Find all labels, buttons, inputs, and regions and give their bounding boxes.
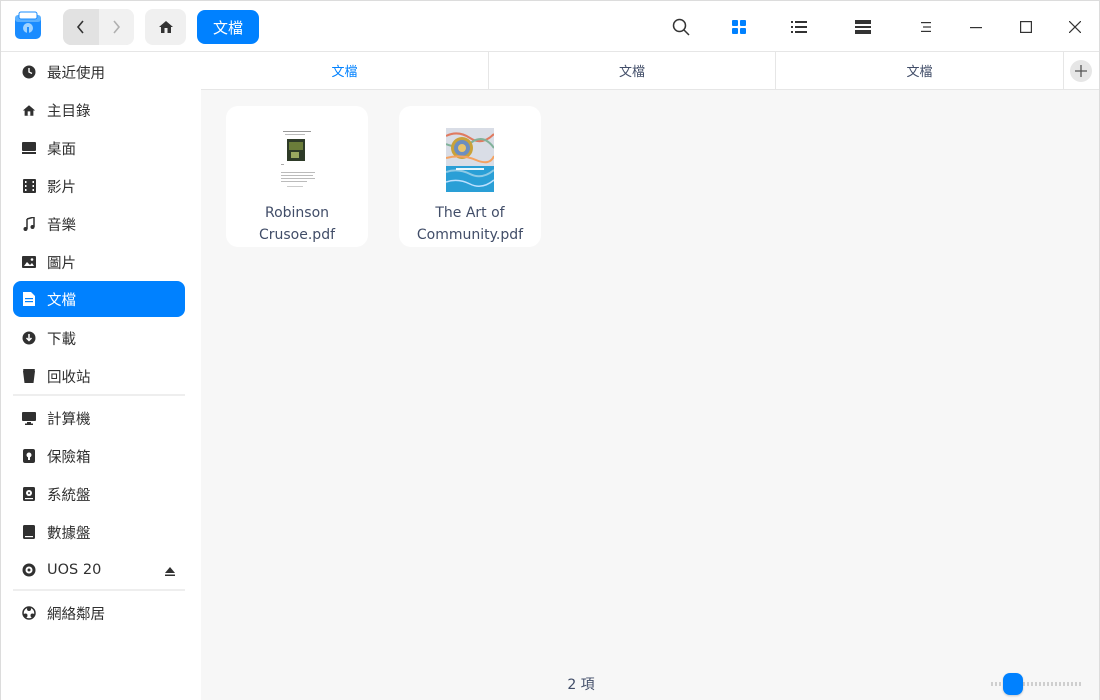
tab-documents-3[interactable]: 文檔: [776, 52, 1064, 89]
chevron-left-icon: [76, 20, 84, 34]
file-item[interactable]: Robinson Crusoe.pdf: [226, 106, 368, 247]
tab-bar: 文檔 文檔 文檔: [201, 52, 1099, 90]
minimize-button[interactable]: [962, 13, 990, 41]
network-icon: [21, 605, 37, 621]
sidebar-item-label: 音樂: [47, 217, 76, 234]
chevron-right-icon: [113, 20, 121, 34]
music-note-icon: [21, 216, 37, 232]
sidebar-item-label: 保險箱: [47, 449, 91, 466]
status-item-count: 2 項: [567, 677, 595, 693]
sidebar-item-videos[interactable]: 影片: [13, 168, 185, 204]
file-manager-window: 文檔 最近使用 主目錄 桌面 影片 音樂 圖片 文檔 下載 回收站 計算機 保險…: [0, 0, 1100, 700]
film-icon: [21, 178, 37, 194]
sidebar-item-uos[interactable]: UOS 20: [13, 552, 185, 588]
sidebar-item-label: UOS 20: [47, 562, 102, 578]
list-view-icon: [791, 21, 807, 33]
maximize-button[interactable]: [1012, 13, 1040, 41]
detail-view-button[interactable]: [849, 13, 877, 41]
maximize-icon: [1020, 21, 1032, 33]
trash-icon: [21, 368, 37, 384]
sidebar-item-label: 圖片: [47, 255, 76, 272]
sidebar-item-music[interactable]: 音樂: [13, 206, 185, 242]
file-name: Robinson Crusoe.pdf: [258, 205, 336, 243]
drive-icon: [21, 524, 37, 540]
sidebar-item-home[interactable]: 主目錄: [13, 92, 185, 128]
sidebar-item-label: 數據盤: [47, 525, 91, 542]
navigation-buttons: [63, 9, 134, 45]
sidebar-item-vault[interactable]: 保險箱: [13, 438, 185, 474]
sidebar-item-label: 網絡鄰居: [47, 606, 105, 623]
sidebar-item-label: 影片: [47, 179, 76, 196]
image-icon: [21, 254, 37, 270]
tab-documents-1[interactable]: 文檔: [201, 52, 489, 89]
file-name: The Art of Community.pdf: [416, 205, 524, 243]
breadcrumb-documents[interactable]: 文檔: [197, 10, 260, 44]
sidebar-item-data-disk[interactable]: 數據盤: [13, 514, 185, 550]
pdf-thumbnail: [273, 128, 321, 192]
sidebar-item-downloads[interactable]: 下載: [13, 320, 185, 356]
main-menu-button[interactable]: [912, 13, 940, 41]
sidebar-item-label: 系統盤: [47, 487, 91, 504]
computer-icon: [21, 410, 37, 426]
vault-icon: [21, 448, 37, 464]
disc-icon: [21, 562, 37, 578]
sidebar-divider: [13, 589, 185, 591]
menu-icon: [921, 22, 931, 32]
add-tab-button[interactable]: [1070, 60, 1092, 82]
search-button[interactable]: [667, 13, 695, 41]
sidebar-divider: [13, 394, 185, 396]
forward-button[interactable]: [98, 9, 134, 45]
minimize-icon: [970, 27, 982, 29]
icon-size-slider-handle[interactable]: [1003, 673, 1023, 695]
home-icon: [21, 102, 37, 118]
sidebar-item-label: 桌面: [47, 141, 76, 158]
app-logo-icon[interactable]: [13, 11, 43, 41]
sidebar-item-network[interactable]: 網絡鄰居: [13, 595, 185, 631]
download-icon: [21, 330, 37, 346]
sidebar-item-label: 計算機: [47, 411, 91, 428]
search-icon: [672, 18, 690, 36]
tab-documents-2[interactable]: 文檔: [489, 52, 776, 89]
sidebar-item-label: 主目錄: [47, 103, 91, 120]
back-button[interactable]: [63, 9, 99, 45]
home-button[interactable]: [145, 9, 186, 45]
file-view: Robinson Crusoe.pdf The Art of Community…: [201, 90, 1099, 700]
disk-icon: [21, 486, 37, 502]
sidebar-item-recent[interactable]: 最近使用: [13, 54, 185, 90]
sidebar-item-pictures[interactable]: 圖片: [13, 244, 185, 280]
file-item[interactable]: The Art of Community.pdf: [399, 106, 541, 247]
eject-icon[interactable]: [165, 564, 175, 580]
detail-view-icon: [855, 20, 871, 34]
sidebar-item-label: 回收站: [47, 369, 91, 386]
icon-view-button[interactable]: [725, 13, 753, 41]
titlebar: 文檔: [1, 1, 1099, 52]
pdf-thumbnail: [445, 128, 495, 192]
sidebar-item-desktop[interactable]: 桌面: [13, 130, 185, 166]
close-icon: [1069, 21, 1081, 33]
home-icon: [158, 21, 173, 33]
close-button[interactable]: [1061, 13, 1089, 41]
sidebar-item-trash[interactable]: 回收站: [13, 358, 185, 394]
desktop-icon: [21, 140, 37, 156]
sidebar: 最近使用 主目錄 桌面 影片 音樂 圖片 文檔 下載 回收站 計算機 保險箱 系…: [1, 52, 201, 700]
sidebar-item-documents[interactable]: 文檔: [13, 281, 185, 317]
list-view-button[interactable]: [785, 13, 813, 41]
grid-view-icon: [732, 20, 746, 34]
sidebar-item-label: 最近使用: [47, 65, 105, 82]
clock-icon: [21, 64, 37, 80]
sidebar-item-computer[interactable]: 計算機: [13, 400, 185, 436]
document-icon: [21, 291, 37, 307]
plus-icon: [1075, 65, 1087, 77]
sidebar-item-label: 下載: [47, 331, 76, 348]
sidebar-item-system-disk[interactable]: 系統盤: [13, 476, 185, 512]
sidebar-item-label: 文檔: [47, 292, 76, 309]
